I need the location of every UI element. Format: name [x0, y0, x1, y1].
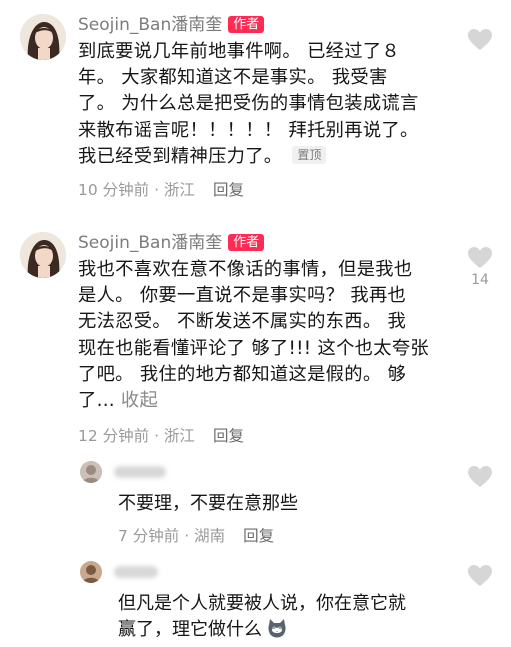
- comment-line: 年。 大家都知道这不是事实。 我受害: [78, 67, 388, 89]
- heart-icon: [468, 466, 492, 487]
- reply-text: 不要理，不要在意那些: [118, 493, 298, 514]
- like-button[interactable]: [467, 564, 493, 588]
- author-badge: 作者: [228, 234, 265, 251]
- comment-line: 无法忍受。 不断发送不属实的东西。 我: [78, 311, 407, 333]
- heart-icon: [468, 565, 492, 586]
- username-text[interactable]: Seojin_Ban潘南奎: [78, 15, 222, 35]
- reply-time-location: 7 分钟前 · 湖南: [118, 527, 226, 545]
- avatar[interactable]: [20, 232, 66, 278]
- like-button[interactable]: [467, 246, 493, 270]
- reply-line: 赢了，理它做什么: [118, 619, 262, 640]
- comment-line-last: 我已经受到精神压力了。 置顶: [78, 144, 448, 170]
- avatar-photo: [80, 461, 102, 483]
- comment-line-last: 了... 收起: [78, 388, 450, 414]
- comment-time-location: 12 分钟前 · 浙江: [78, 427, 195, 445]
- cat-emoji-icon: [266, 617, 288, 639]
- comment-line: 现在也能看懂评论了 够了!!! 这个也太夸张: [78, 337, 429, 359]
- reply-avatar[interactable]: [80, 461, 102, 483]
- avatar[interactable]: [20, 14, 66, 60]
- comment-username[interactable]: Seojin_Ban潘南奎 作者: [78, 232, 265, 254]
- comment-line: 我也不喜欢在意不像话的事情，但是我也: [78, 259, 413, 280]
- reply-button[interactable]: 回复: [243, 527, 274, 545]
- comment-meta: 12 分钟前 · 浙江 回复: [78, 426, 244, 446]
- comment-time-location: 10 分钟前 · 浙江: [78, 181, 195, 199]
- heart-icon: [468, 247, 492, 268]
- username-text[interactable]: Seojin_Ban潘南奎: [78, 233, 222, 253]
- comment-line: 是人。 你要一直说不是事实吗？ 我再也: [78, 285, 407, 307]
- collapse-button[interactable]: 收起: [121, 390, 158, 411]
- reply-meta: 7 分钟前 · 湖南 回复: [118, 526, 274, 546]
- reply-button[interactable]: 回复: [213, 181, 244, 199]
- author-badge: 作者: [228, 16, 265, 33]
- pinned-badge: 置顶: [292, 145, 327, 164]
- comment-line: 来散布谣言呢！！！！！ 拜托别再说了。: [78, 119, 419, 141]
- reply-avatar[interactable]: [80, 561, 102, 583]
- avatar-photo: [80, 561, 102, 583]
- reply-username-blurred[interactable]: [114, 466, 166, 478]
- reply-line: 但凡是个人就要被人说，你在意它就: [118, 593, 406, 614]
- avatar-photo: [20, 14, 66, 60]
- comment-line: 了。 为什么总是把受伤的事情包装成谎言: [78, 93, 419, 115]
- comment-line: 了吧。 我住的地方都知道这是假的。 够: [78, 363, 407, 385]
- like-count: 14: [471, 272, 489, 288]
- comment-line: 了...: [78, 390, 115, 412]
- reply-button[interactable]: 回复: [213, 427, 244, 445]
- comment-meta: 10 分钟前 · 浙江 回复: [78, 180, 244, 200]
- comment-line: 到底要说几年前地事件啊。 已经过了８: [78, 41, 400, 62]
- comment-text: 我也不喜欢在意不像话的事情，但是我也 是人。 你要一直说不是事实吗？ 我再也 无…: [78, 257, 450, 414]
- comment-line: 我已经受到精神压力了。: [78, 145, 283, 167]
- reply-line-last: 赢了，理它做什么: [118, 617, 418, 643]
- like-button[interactable]: [467, 465, 493, 489]
- avatar-photo: [20, 232, 66, 278]
- comment-username[interactable]: Seojin_Ban潘南奎 作者: [78, 14, 265, 36]
- reply-username-blurred[interactable]: [114, 566, 158, 578]
- like-button[interactable]: [467, 28, 493, 52]
- heart-icon: [468, 29, 492, 50]
- reply-text: 但凡是个人就要被人说，你在意它就 赢了，理它做什么: [118, 591, 418, 643]
- comment-text: 到底要说几年前地事件啊。 已经过了８ 年。 大家都知道这不是事实。 我受害 了。…: [78, 39, 448, 170]
